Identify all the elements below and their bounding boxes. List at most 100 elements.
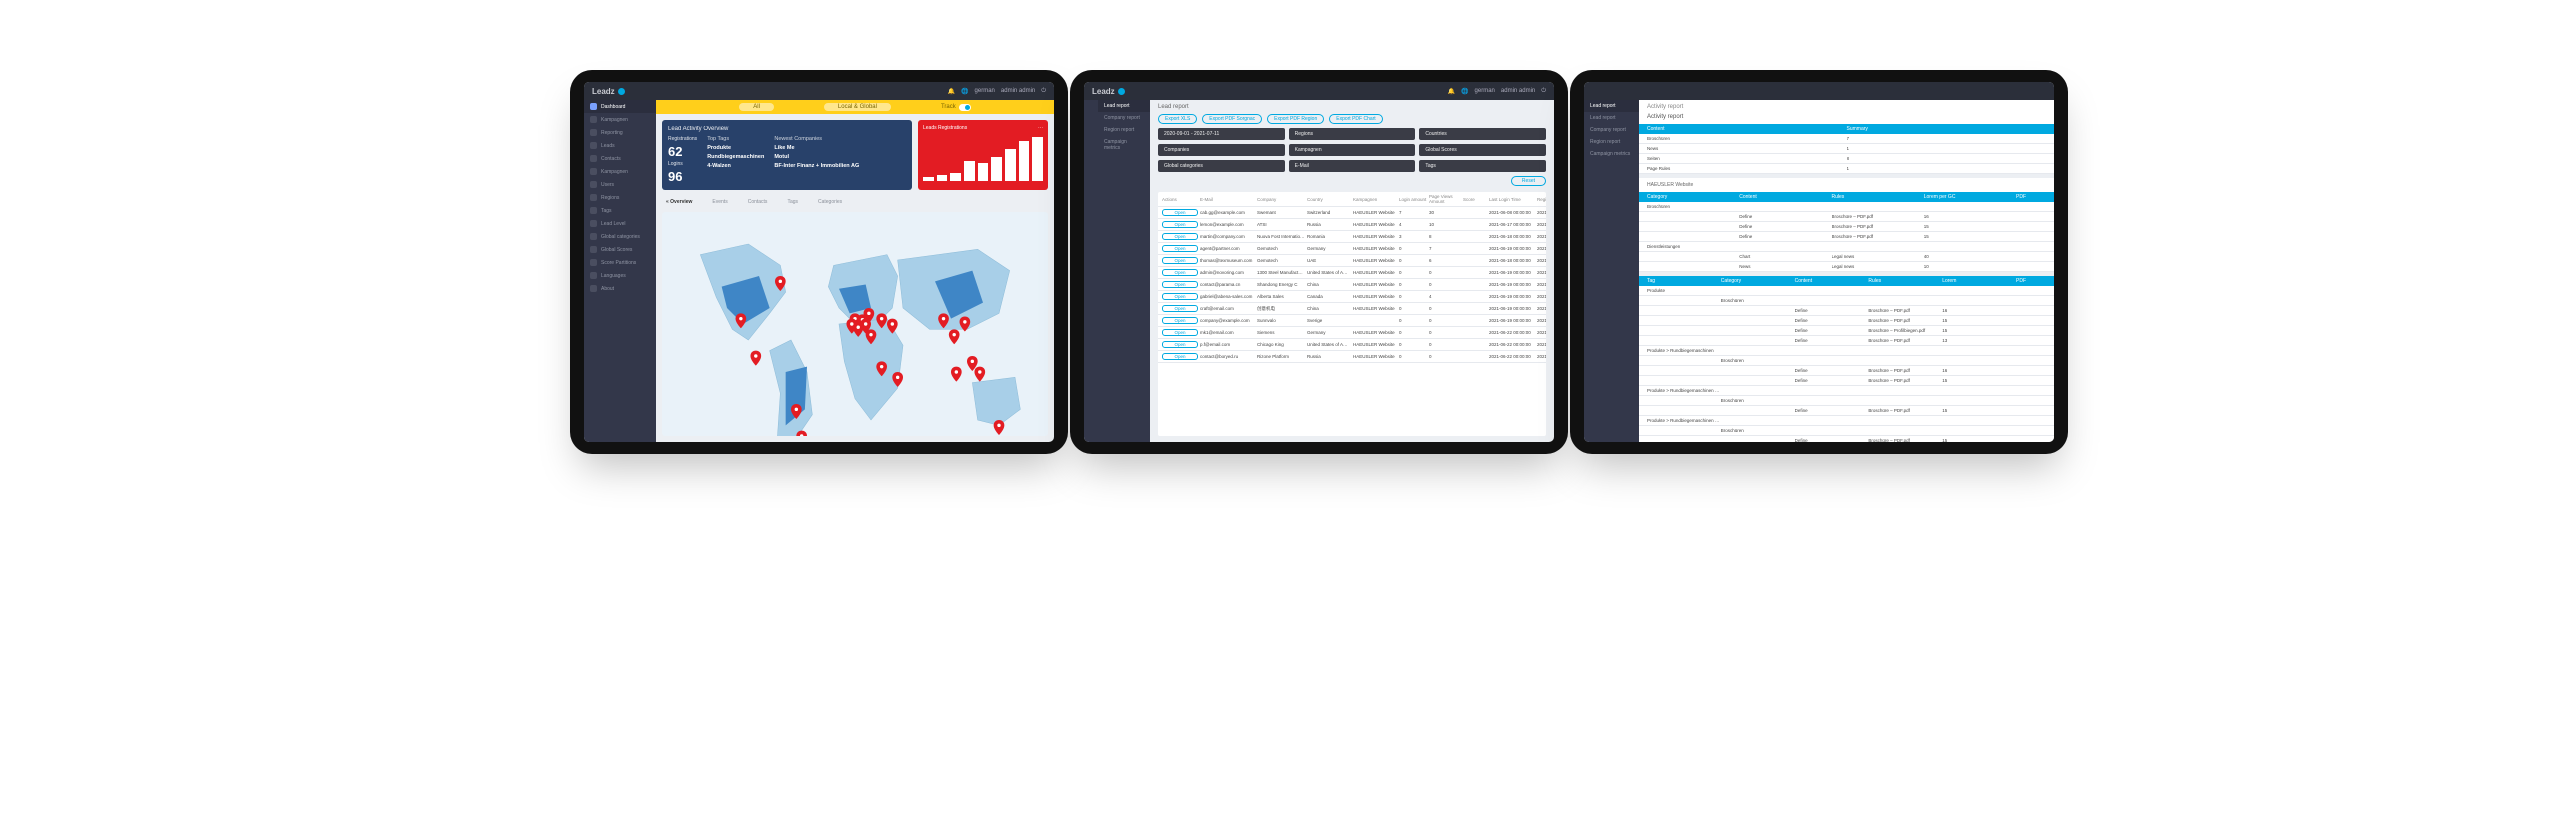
tab-tags[interactable]: Tags	[787, 199, 798, 205]
sidebar-item-dashboard[interactable]: Dashboard	[584, 100, 656, 113]
sidebar-item-users[interactable]: Users	[584, 178, 656, 191]
filter-companies[interactable]: Companies	[1158, 144, 1285, 156]
user-label[interactable]: admin admin	[1501, 88, 1535, 94]
table-row: Opencraft@email.com创意机电ChinaHAEUSLER Web…	[1158, 303, 1546, 315]
sidebar-item-lead-report[interactable]: Lead report	[1584, 112, 1639, 124]
sidebar-item-leads[interactable]: Leads	[584, 139, 656, 152]
sidebar-item-lead-report[interactable]: Lead report	[1098, 100, 1150, 112]
filter-global-scores[interactable]: Global Scores	[1419, 144, 1546, 156]
filter-global-categories[interactable]: Global categories	[1158, 160, 1285, 172]
sidebar-item-about[interactable]: About	[584, 282, 656, 295]
map-pin[interactable]	[750, 351, 761, 366]
globe-icon[interactable]: 🌐	[1461, 88, 1468, 95]
sidebar-item-kampagnen[interactable]: Kampagnen	[584, 165, 656, 178]
tab-contacts[interactable]: Contacts	[748, 199, 768, 205]
list-item: Broschüren	[1639, 296, 2054, 306]
power-icon[interactable]: ⏻	[1041, 88, 1046, 95]
sidebar-item-company-report[interactable]: Company report	[1098, 112, 1150, 124]
lang-label[interactable]: german	[975, 88, 995, 94]
sidebar-item-company-report[interactable]: Company report	[1584, 124, 1639, 136]
filter-bar: All Local & Global Track	[656, 100, 1054, 114]
map-pin[interactable]	[949, 329, 960, 344]
open-button[interactable]: Open	[1162, 209, 1198, 216]
sidebar-item-global-categories[interactable]: Global categories	[584, 230, 656, 243]
open-button[interactable]: Open	[1162, 281, 1198, 288]
sidebar-heading: Lead report	[1584, 100, 1639, 112]
nav-icon	[590, 155, 597, 162]
table-row: Opencompany@example.comSunnvaloSverige00…	[1158, 315, 1546, 327]
export-pdf-chart-button[interactable]: Export PDF Chart	[1329, 114, 1382, 124]
tablet-activity-report: x Lead reportLead reportCompany reportRe…	[1570, 70, 2068, 454]
site-label: HAEUSLER Website	[1639, 178, 2054, 192]
export-pdf-sorgnac-button[interactable]: Export PDF Sorgnac	[1202, 114, 1262, 124]
map-pin[interactable]	[974, 367, 985, 382]
sidebar-item-score-partitions[interactable]: Score Partitions	[584, 256, 656, 269]
list-item: DefineBroschüre – PDF.pdf15	[1639, 232, 2054, 242]
list-item: Seiten8	[1639, 154, 2054, 164]
notifications-icon[interactable]: 🔔	[1448, 88, 1455, 95]
list-item: DefineBroschüre – PDF.pdf15	[1639, 376, 2054, 386]
track-toggle[interactable]: Track	[941, 104, 971, 111]
filter-all[interactable]: All	[739, 103, 774, 111]
page-title: Activity report	[1647, 114, 1683, 120]
open-button[interactable]: Open	[1162, 329, 1198, 336]
sidebar-item-global-scores[interactable]: Global Scores	[584, 243, 656, 256]
registrations-more-icon[interactable]: ···	[1038, 125, 1043, 131]
sidebar-item-region-report[interactable]: Region report	[1098, 124, 1150, 136]
power-icon[interactable]: ⏻	[1541, 88, 1546, 95]
table-row: Opencontact@parama.cnShandong Energy CCh…	[1158, 279, 1546, 291]
filter-local-global[interactable]: Local & Global	[824, 103, 891, 111]
tab-overview[interactable]: « Overview	[666, 199, 692, 205]
nav-icon	[590, 181, 597, 188]
map-pin[interactable]	[994, 420, 1005, 435]
open-button[interactable]: Open	[1162, 233, 1198, 240]
filter-countries[interactable]: Countries	[1419, 128, 1546, 140]
list-item: Produkte	[1639, 286, 2054, 296]
open-button[interactable]: Open	[1162, 353, 1198, 360]
filter-e-mail[interactable]: E-Mail	[1289, 160, 1416, 172]
sidebar-item-reporting[interactable]: Reporting	[584, 126, 656, 139]
tablet-dashboard: Leadz 🔔 🌐 german admin admin ⏻ Dashboard…	[570, 70, 1068, 454]
sidebar-collapsed[interactable]	[1084, 100, 1098, 442]
reset-button[interactable]: Reset	[1511, 176, 1546, 186]
map-pin[interactable]	[951, 367, 962, 382]
brand-logo[interactable]: Leadz	[592, 87, 625, 96]
open-button[interactable]: Open	[1162, 305, 1198, 312]
notifications-icon[interactable]: 🔔	[948, 88, 955, 95]
open-button[interactable]: Open	[1162, 341, 1198, 348]
brand-logo[interactable]: Leadz	[1092, 87, 1125, 96]
open-button[interactable]: Open	[1162, 245, 1198, 252]
open-button[interactable]: Open	[1162, 293, 1198, 300]
sidebar-item-lead-level[interactable]: Lead Level	[584, 217, 656, 230]
sidebar-item-languages[interactable]: Languages	[584, 269, 656, 282]
filter-regions[interactable]: Regions	[1289, 128, 1416, 140]
user-label[interactable]: admin admin	[1001, 88, 1035, 94]
filter-tags[interactable]: Tags	[1419, 160, 1546, 172]
list-item: Broschüren	[1639, 202, 2054, 212]
globe-icon[interactable]: 🌐	[961, 88, 968, 95]
open-button[interactable]: Open	[1162, 221, 1198, 228]
filter-date[interactable]: 2020-09-01 - 2021-07-11	[1158, 128, 1285, 140]
sidebar-item-regions[interactable]: Regions	[584, 191, 656, 204]
tab-categories[interactable]: Categories	[818, 199, 842, 205]
world-map[interactable]	[662, 212, 1048, 436]
open-button[interactable]: Open	[1162, 269, 1198, 276]
open-button[interactable]: Open	[1162, 257, 1198, 264]
sidebar-item-campaign-metrics[interactable]: Campaign metrics	[1584, 148, 1639, 160]
sidebar-item-contacts[interactable]: Contacts	[584, 152, 656, 165]
list-item: DefineBroschüre – PDF.pdf16	[1639, 366, 2054, 376]
export-pdf-region-button[interactable]: Export PDF Region	[1267, 114, 1324, 124]
breadcrumb: Activity report	[1647, 104, 1683, 110]
tablet-lead-report: Leadz 🔔 🌐 german admin admin ⏻ Lead repo…	[1070, 70, 1568, 454]
tab-events[interactable]: Events	[712, 199, 727, 205]
tag-header: TagCategoryContentRulesLoremPDF	[1639, 276, 2054, 286]
sidebar-item-campaign-metrics[interactable]: Campaign metrics	[1098, 136, 1150, 154]
sidebar-item-region-report[interactable]: Region report	[1584, 136, 1639, 148]
export-xls-button[interactable]: Export XLS	[1158, 114, 1197, 124]
nav-icon	[590, 233, 597, 240]
lang-label[interactable]: german	[1475, 88, 1495, 94]
sidebar-item-tags[interactable]: Tags	[584, 204, 656, 217]
open-button[interactable]: Open	[1162, 317, 1198, 324]
sidebar-item-kampagnen[interactable]: Kampagnen	[584, 113, 656, 126]
filter-kampagnen[interactable]: Kampagnen	[1289, 144, 1416, 156]
